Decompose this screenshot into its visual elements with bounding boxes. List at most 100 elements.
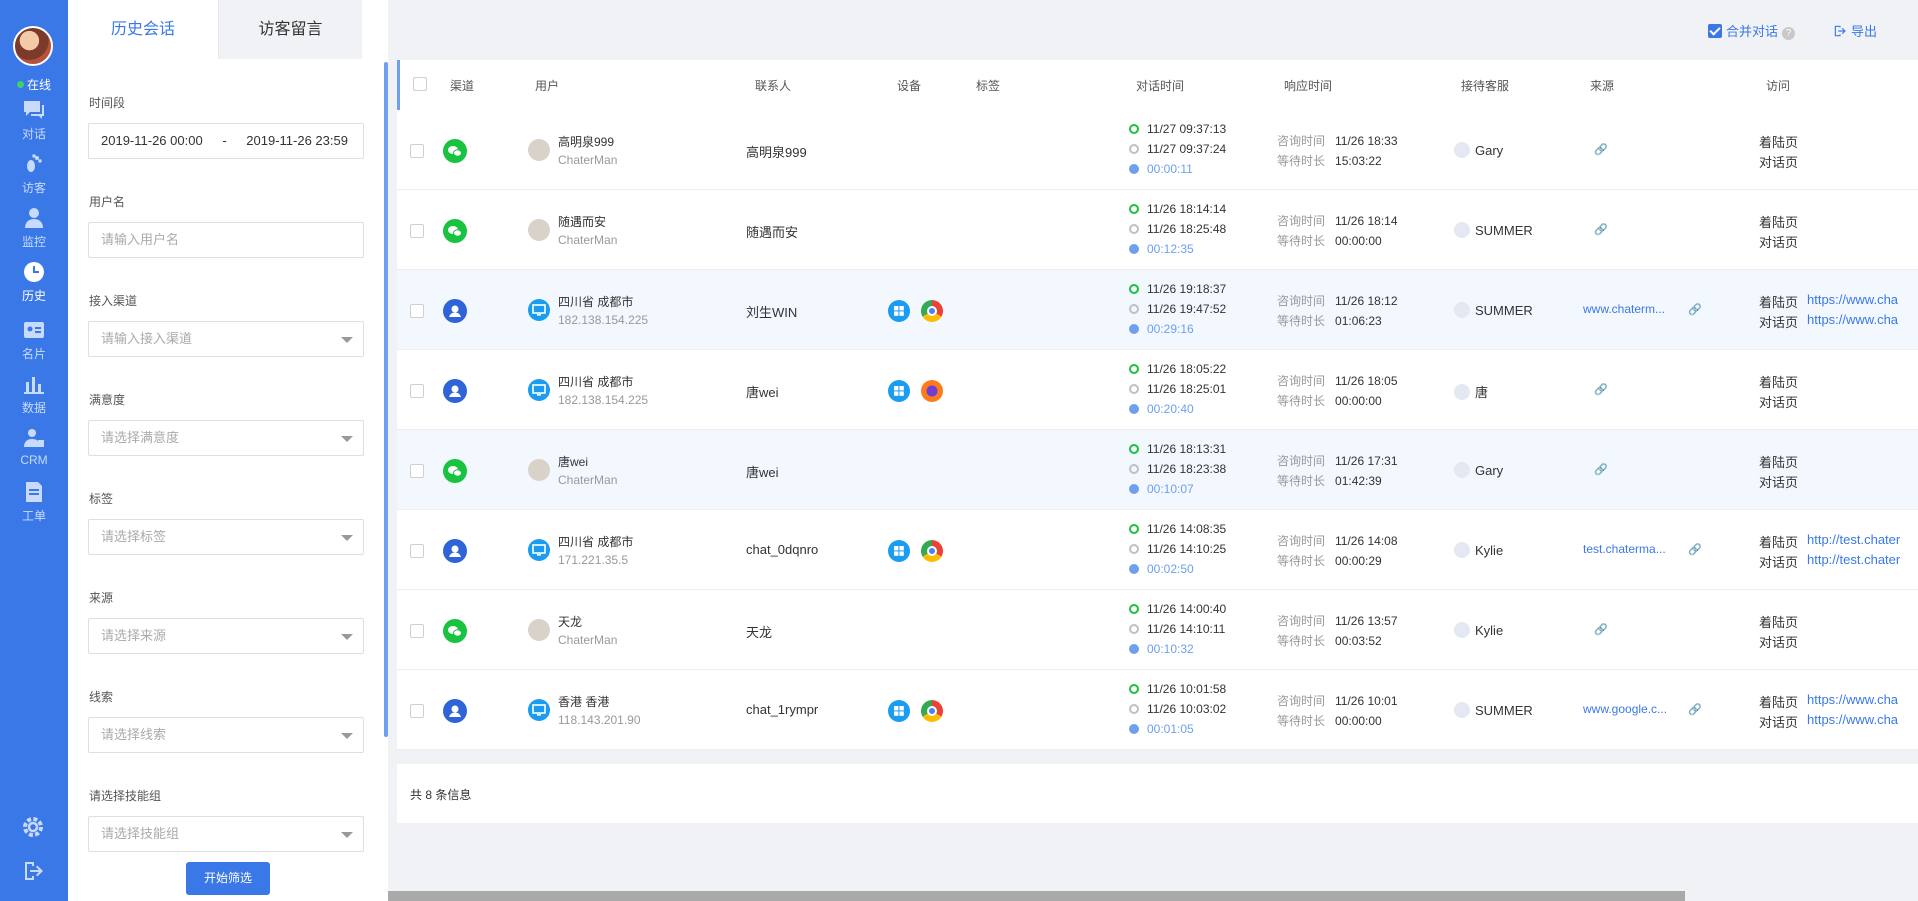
chrome-icon xyxy=(921,540,943,562)
table-row[interactable]: 天龙 ChaterMan 天龙 11/26 14:00:40 11/26 14:10:1… xyxy=(397,590,1918,670)
source-link[interactable]: www.chaterm... xyxy=(1583,302,1665,316)
chat-page-url[interactable]: https://www.cha xyxy=(1807,312,1898,327)
nav-item-crm[interactable]: CRM xyxy=(0,426,68,486)
nav-item-cards[interactable]: 名片 xyxy=(0,318,68,378)
tag-select[interactable]: 请选择标签 xyxy=(88,519,364,555)
start-filter-button[interactable]: 开始筛选 xyxy=(186,862,270,895)
link-icon[interactable]: 🔗 xyxy=(1594,143,1608,156)
chat-duration[interactable]: 00:12:35 xyxy=(1129,242,1194,256)
table-row[interactable]: 香港 香港 118.143.201.90 chat_1rympr 11/26 10:0… xyxy=(397,670,1918,750)
nav-item-chat[interactable]: 对话 xyxy=(0,98,68,158)
table-row[interactable]: 四川省 成都市 182.138.154.225 刘生WIN 11/26 19:18:3… xyxy=(397,270,1918,350)
link-icon[interactable]: 🔗 xyxy=(1688,703,1702,716)
nav-item-data[interactable]: 数据 xyxy=(0,372,68,432)
user-name[interactable]: 随遇而安 xyxy=(558,213,606,230)
agent: Gary xyxy=(1454,142,1503,158)
row-checkbox[interactable] xyxy=(410,464,424,478)
tab-visitor-messages[interactable]: 访客留言 xyxy=(219,0,362,59)
business-card-icon xyxy=(24,322,44,338)
wait-duration: 等待时长 00:03:52 xyxy=(1277,634,1382,648)
consult-time: 咨询时间 11/26 13:57 xyxy=(1277,614,1398,628)
link-icon[interactable]: 🔗 xyxy=(1688,543,1702,556)
link-icon[interactable]: 🔗 xyxy=(1594,623,1608,636)
user-name[interactable]: 香港 香港 xyxy=(558,693,609,710)
nav-item-ticket[interactable]: 工单 xyxy=(0,480,68,540)
chat-duration[interactable]: 00:02:50 xyxy=(1129,562,1194,576)
logout-icon[interactable] xyxy=(21,859,45,883)
chevron-down-icon xyxy=(341,634,353,640)
consult-time: 咨询时间 11/26 18:14 xyxy=(1277,214,1398,228)
link-icon[interactable]: 🔗 xyxy=(1594,223,1608,236)
user-name[interactable]: 四川省 成都市 xyxy=(558,533,633,550)
export-button[interactable]: 导出 xyxy=(1833,21,1877,40)
source-select[interactable]: 请选择来源 xyxy=(88,618,364,654)
web-channel-icon xyxy=(443,299,467,323)
user-name[interactable]: 天龙 xyxy=(558,613,582,630)
table-row[interactable]: 高明泉999 ChaterMan 高明泉999 11/27 09:37:13 11/27… xyxy=(397,110,1918,190)
user-name[interactable]: 四川省 成都市 xyxy=(558,293,633,310)
chat-start-time: 11/26 18:14:14 xyxy=(1129,202,1226,216)
select-all-checkbox[interactable] xyxy=(413,77,427,91)
avatar[interactable] xyxy=(13,26,53,66)
agent-avatar xyxy=(1454,542,1470,558)
link-icon[interactable]: 🔗 xyxy=(1688,303,1702,316)
table-row[interactable]: 四川省 成都市 171.221.35.5 chat_0dqnro 11/26 14:0… xyxy=(397,510,1918,590)
settings-gear-icon[interactable] xyxy=(21,815,45,839)
user-name[interactable]: 高明泉999 xyxy=(558,133,614,150)
online-status[interactable]: 在线 xyxy=(0,76,68,93)
landing-page-url[interactable]: https://www.cha xyxy=(1807,692,1898,707)
link-icon[interactable]: 🔗 xyxy=(1594,383,1608,396)
skill-group-select[interactable]: 请选择技能组 xyxy=(88,816,364,852)
chat-duration[interactable]: 00:29:16 xyxy=(1129,322,1194,336)
chat-end-time: 11/26 18:23:38 xyxy=(1129,462,1226,476)
landing-page-url[interactable]: http://test.chater xyxy=(1807,532,1900,547)
row-checkbox[interactable] xyxy=(410,704,424,718)
agent: SUMMER xyxy=(1454,302,1533,318)
user-name[interactable]: 唐wei xyxy=(558,453,588,470)
user-subtitle: ChaterMan xyxy=(558,633,618,647)
table-row[interactable]: 随遇而安 ChaterMan 随遇而安 11/26 18:14:14 11/26 18:… xyxy=(397,190,1918,270)
chat-duration[interactable]: 00:00:11 xyxy=(1129,162,1193,176)
row-checkbox[interactable] xyxy=(410,544,424,558)
satisfaction-select[interactable]: 请选择满意度 xyxy=(88,420,364,456)
help-icon[interactable]: ? xyxy=(1782,27,1796,40)
chat-duration[interactable]: 00:10:32 xyxy=(1129,642,1194,656)
merge-checkbox[interactable] xyxy=(1708,24,1722,38)
date-range-input[interactable]: 2019-11-26 00:00 - 2019-11-26 23:59 xyxy=(88,123,364,159)
source-link[interactable]: www.google.c... xyxy=(1583,702,1667,716)
horizontal-scrollbar[interactable] xyxy=(388,891,1685,901)
chat-end-time: 11/26 19:47:52 xyxy=(1129,302,1226,316)
row-checkbox[interactable] xyxy=(410,224,424,238)
table-row[interactable]: 四川省 成都市 182.138.154.225 唐wei 11/26 18:05:22… xyxy=(397,350,1918,430)
channel-select[interactable]: 请输入接入渠道 xyxy=(88,321,364,357)
tab-history-sessions[interactable]: 历史会话 xyxy=(68,0,219,59)
username-input[interactable]: 请输入用户名 xyxy=(88,222,364,258)
nav-item-visitors[interactable]: 访客 xyxy=(0,152,68,212)
user-subtitle: ChaterMan xyxy=(558,233,618,247)
chat-end-time: 11/26 18:25:48 xyxy=(1129,222,1226,236)
row-checkbox[interactable] xyxy=(410,304,424,318)
row-checkbox[interactable] xyxy=(410,384,424,398)
row-checkbox[interactable] xyxy=(410,144,424,158)
merge-conversation-toggle[interactable]: 合并对话? xyxy=(1708,21,1796,40)
table-header: 渠道 用户 联系人 设备 标签 对话时间 响应时间 接待客服 来源 访问 xyxy=(397,60,1918,110)
link-icon[interactable]: 🔗 xyxy=(1594,463,1608,476)
source-label: 来源 xyxy=(89,591,114,605)
clue-select[interactable]: 请选择线索 xyxy=(88,717,364,753)
source-link[interactable]: test.chaterma... xyxy=(1583,542,1666,556)
contact-name: 随遇而安 xyxy=(746,225,799,240)
landing-page-url[interactable]: https://www.cha xyxy=(1807,292,1898,307)
table-row[interactable]: 唐wei ChaterMan 唐wei 11/26 18:13:31 11/26 18:… xyxy=(397,430,1918,510)
nav-item-history[interactable]: 历史 xyxy=(0,260,68,320)
user-name[interactable]: 四川省 成都市 xyxy=(558,373,633,390)
chat-duration[interactable]: 00:10:07 xyxy=(1129,482,1194,496)
nav-item-monitor[interactable]: 监控 xyxy=(0,206,68,266)
filter-scrollbar[interactable] xyxy=(384,62,388,737)
chat-page-url[interactable]: https://www.cha xyxy=(1807,712,1898,727)
chat-start-time: 11/26 14:00:40 xyxy=(1129,602,1226,616)
ticket-icon xyxy=(26,482,42,502)
chat-page-url[interactable]: http://test.chater xyxy=(1807,552,1900,567)
chat-duration[interactable]: 00:20:40 xyxy=(1129,402,1194,416)
chat-duration[interactable]: 00:01:05 xyxy=(1129,722,1194,736)
row-checkbox[interactable] xyxy=(410,624,424,638)
